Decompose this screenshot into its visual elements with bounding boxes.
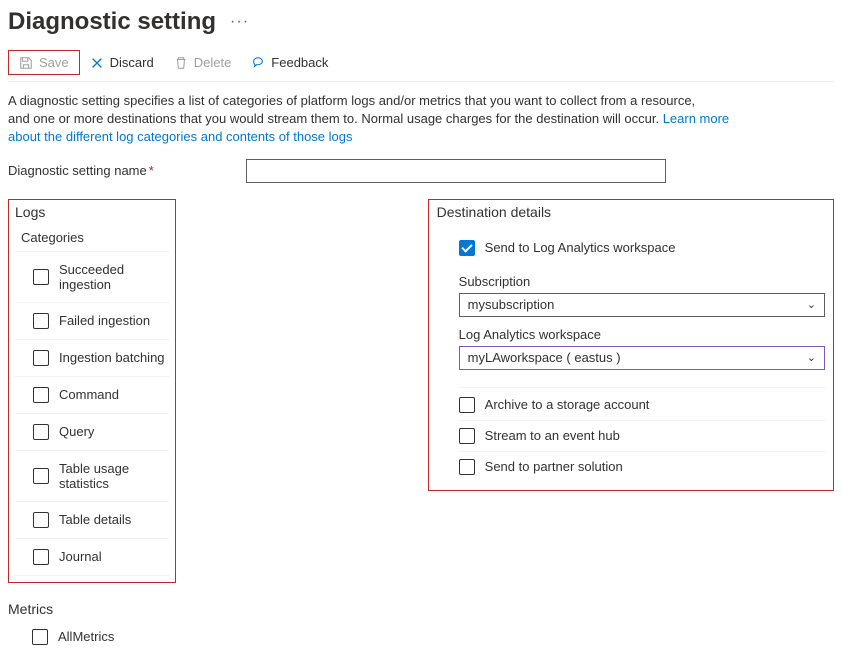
description-text: A diagnostic setting specifies a list of… [8, 92, 748, 147]
categories-heading: Categories [15, 228, 169, 251]
metric-row[interactable]: AllMetrics [8, 625, 176, 649]
logs-heading: Logs [15, 204, 169, 220]
save-label: Save [39, 55, 69, 70]
discard-button[interactable]: Discard [80, 51, 164, 74]
metric-label: AllMetrics [58, 629, 114, 644]
checkbox[interactable] [33, 468, 49, 484]
feedback-button[interactable]: Feedback [241, 51, 338, 74]
close-icon [90, 56, 104, 70]
delete-label: Delete [194, 55, 232, 70]
log-category-label: Journal [59, 549, 102, 564]
trash-icon [174, 56, 188, 70]
metrics-heading: Metrics [8, 601, 176, 617]
subscription-value: mysubscription [468, 297, 555, 312]
log-category-row[interactable]: Query [15, 413, 169, 450]
save-button[interactable]: Save [8, 50, 80, 75]
log-category-label: Table details [59, 512, 131, 527]
log-category-label: Table usage statistics [59, 461, 169, 491]
log-category-row[interactable]: Table details [15, 501, 169, 538]
dest-archive-row[interactable]: Archive to a storage account [459, 390, 825, 421]
log-category-label: Succeeded ingestion [59, 262, 169, 292]
workspace-label: Log Analytics workspace [459, 327, 825, 342]
feedback-icon [251, 56, 265, 70]
log-category-label: Failed ingestion [59, 313, 150, 328]
dest-stream-label: Stream to an event hub [485, 428, 620, 443]
checkbox[interactable] [459, 240, 475, 256]
checkbox[interactable] [33, 549, 49, 565]
command-bar: Save Discard Delete Feedback [8, 50, 834, 82]
page-title: Diagnostic setting [8, 8, 216, 36]
log-category-label: Command [59, 387, 119, 402]
chevron-down-icon: ⌄ [807, 298, 816, 311]
log-category-row[interactable]: Journal [15, 538, 169, 576]
save-icon [19, 56, 33, 70]
delete-button: Delete [164, 51, 242, 74]
log-category-label: Query [59, 424, 94, 439]
checkbox[interactable] [459, 397, 475, 413]
workspace-dropdown[interactable]: myLAworkspace ( eastus ) ⌄ [459, 346, 825, 370]
destination-heading: Destination details [437, 204, 825, 220]
checkbox[interactable] [33, 512, 49, 528]
checkbox[interactable] [459, 428, 475, 444]
setting-name-label: Diagnostic setting name* [8, 163, 246, 178]
subscription-dropdown[interactable]: mysubscription ⌄ [459, 293, 825, 317]
log-category-row[interactable]: Failed ingestion [15, 302, 169, 339]
log-category-row[interactable]: Table usage statistics [15, 450, 169, 501]
logs-section: Logs Categories Succeeded ingestion Fail… [8, 199, 176, 583]
chevron-down-icon: ⌄ [807, 351, 816, 364]
destination-section: Destination details Send to Log Analytic… [428, 199, 834, 491]
log-category-row[interactable]: Succeeded ingestion [15, 251, 169, 302]
discard-label: Discard [110, 55, 154, 70]
feedback-label: Feedback [271, 55, 328, 70]
log-category-label: Ingestion batching [59, 350, 165, 365]
checkbox[interactable] [33, 387, 49, 403]
log-category-row[interactable]: Command [15, 376, 169, 413]
checkbox[interactable] [32, 629, 48, 645]
log-category-row[interactable]: Ingestion batching [15, 339, 169, 376]
checkbox[interactable] [33, 424, 49, 440]
dest-send-la-row[interactable]: Send to Log Analytics workspace [459, 234, 825, 264]
setting-name-input[interactable] [246, 159, 666, 183]
checkbox[interactable] [33, 313, 49, 329]
dest-send-la-label: Send to Log Analytics workspace [485, 240, 676, 255]
dest-partner-row[interactable]: Send to partner solution [459, 452, 825, 482]
more-actions-icon[interactable]: ··· [230, 13, 249, 31]
dest-partner-label: Send to partner solution [485, 459, 623, 474]
checkbox[interactable] [33, 269, 49, 285]
workspace-value: myLAworkspace ( eastus ) [468, 350, 621, 365]
checkbox[interactable] [33, 350, 49, 366]
dest-stream-row[interactable]: Stream to an event hub [459, 421, 825, 452]
subscription-label: Subscription [459, 274, 825, 289]
checkbox[interactable] [459, 459, 475, 475]
dest-archive-label: Archive to a storage account [485, 397, 650, 412]
